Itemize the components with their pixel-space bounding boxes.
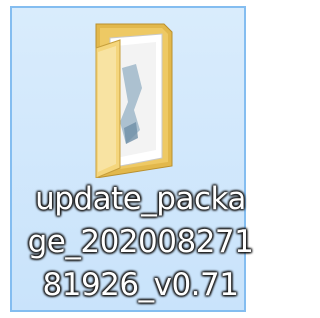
folder-name-label[interactable]: update_packa ge_202008271 81926_v0.71 (26, 178, 255, 307)
folder-name-line-1: update_packa (35, 181, 246, 217)
folder-name-line-2: ge_202008271 (27, 224, 254, 260)
folder-name-line-3: 81926_v0.71 (42, 267, 240, 303)
desktop-area: update_packa ge_202008271 81926_v0.71 (0, 0, 257, 318)
folder-icon (95, 23, 173, 178)
folder-item-selected[interactable]: update_packa ge_202008271 81926_v0.71 (10, 6, 254, 312)
